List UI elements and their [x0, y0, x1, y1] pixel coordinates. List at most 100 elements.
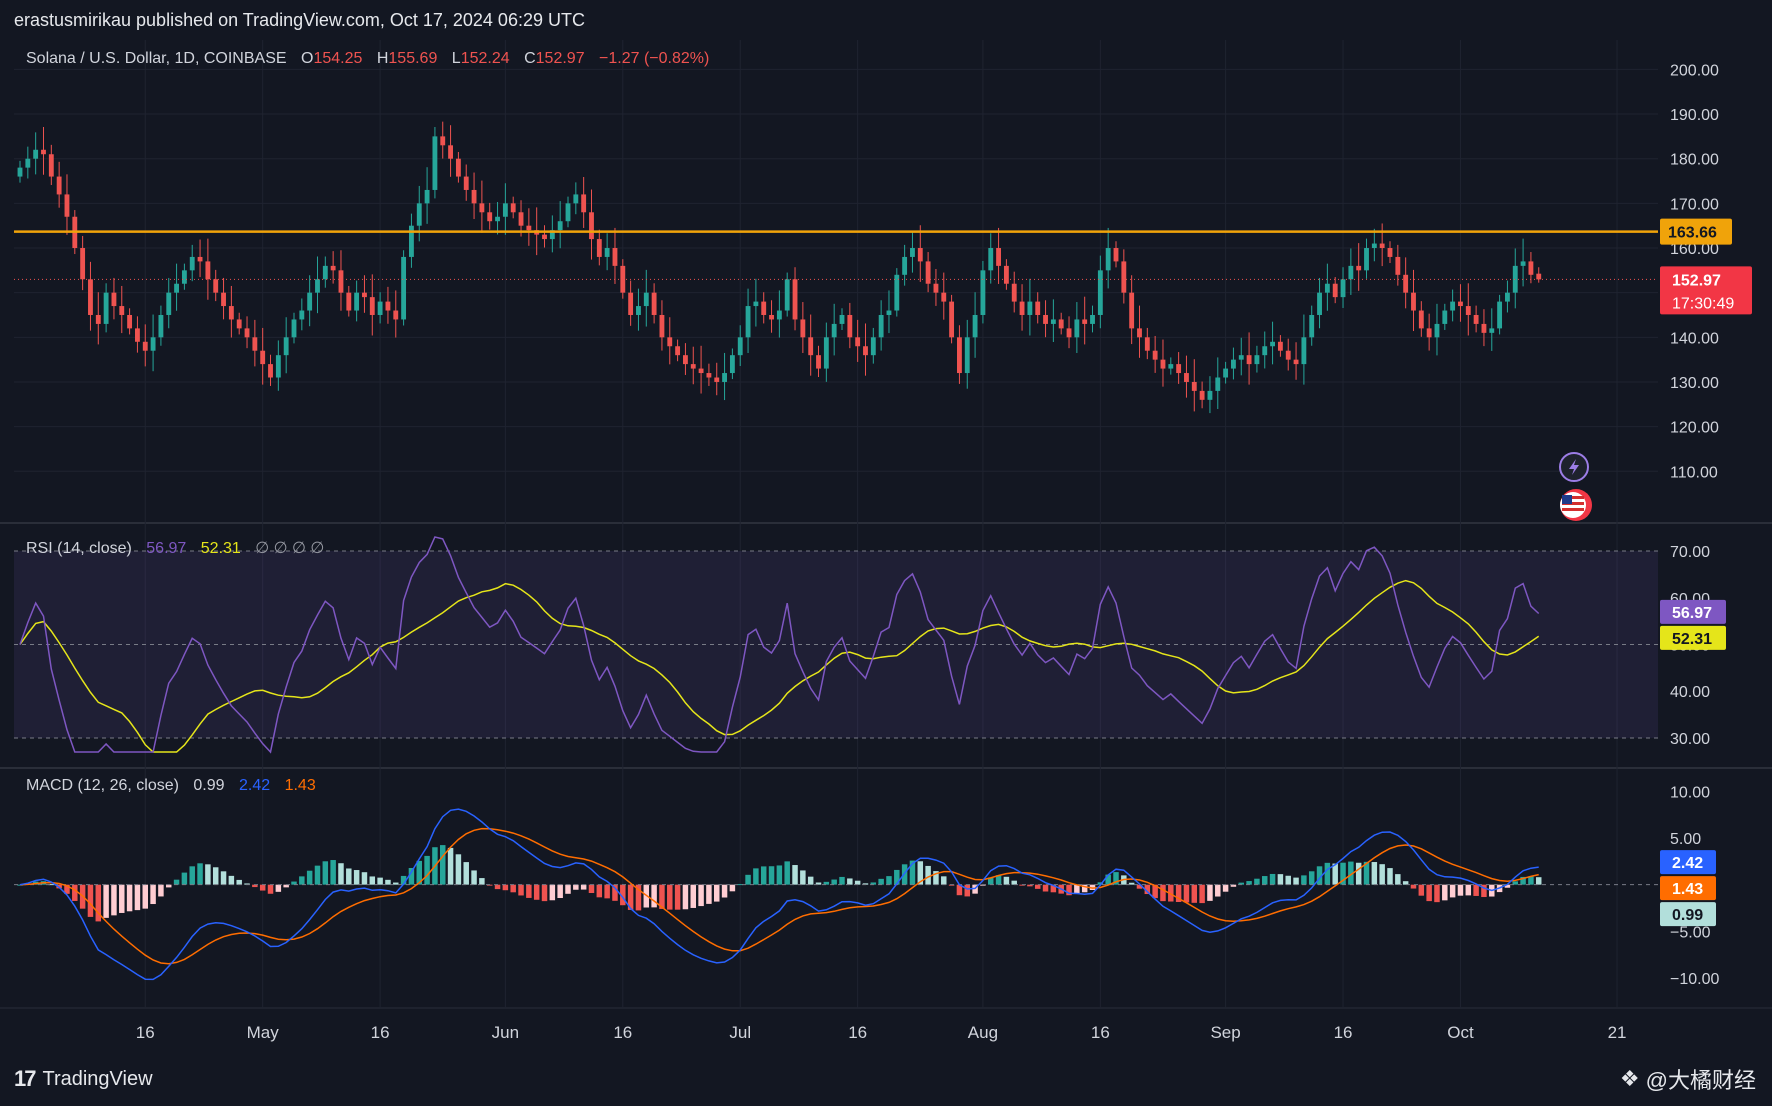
candle-body	[307, 292, 313, 311]
candle-body	[636, 306, 641, 315]
rsi-legend-value: 56.97	[146, 540, 186, 557]
histogram-bar	[588, 884, 595, 894]
candle-body	[228, 306, 234, 320]
histogram-bar	[1160, 884, 1166, 902]
us-flag-icon[interactable]	[1560, 489, 1592, 521]
candle-body	[25, 158, 31, 168]
svg-text:0.99: 0.99	[1672, 907, 1703, 924]
histogram-bar	[1011, 880, 1017, 885]
histogram-bar	[510, 884, 516, 893]
histogram-bar	[533, 884, 540, 900]
candle-body	[972, 314, 978, 338]
histogram-bar	[847, 878, 853, 885]
histogram-bar	[259, 884, 266, 891]
candle-body	[1090, 314, 1095, 324]
histogram-bar	[87, 884, 94, 917]
price-axis-label: 200.00	[1670, 62, 1719, 79]
histogram-bar	[839, 876, 845, 885]
candle-body	[455, 158, 461, 177]
candle-body	[706, 373, 712, 378]
histogram-bar	[1254, 878, 1260, 885]
candle-body	[808, 337, 814, 356]
candle-body	[1168, 364, 1174, 369]
candle-body	[1011, 283, 1017, 302]
histogram-bar	[346, 868, 352, 885]
candle-body	[1277, 341, 1283, 351]
lightning-bolt-icon[interactable]	[1559, 452, 1589, 482]
histogram-bar	[463, 862, 469, 885]
histogram-bar	[142, 884, 148, 909]
histogram-bar	[1003, 876, 1010, 885]
rsi-axis-label: 70.00	[1670, 544, 1710, 561]
histogram-bar	[1034, 884, 1041, 889]
histogram-bar	[1387, 868, 1393, 885]
candle-body	[1450, 301, 1456, 311]
candle-body	[612, 248, 618, 266]
rsi-legend-ma: 52.31	[201, 540, 241, 557]
histogram-bar	[745, 874, 751, 885]
histogram-bar	[322, 861, 329, 885]
histogram-bar	[1308, 871, 1315, 885]
candle-body	[1074, 319, 1080, 338]
histogram-bar	[776, 865, 783, 885]
candle-body	[823, 337, 829, 369]
histogram-bar	[807, 876, 814, 885]
candle-body	[1082, 319, 1088, 324]
histogram-bar	[1222, 884, 1229, 892]
candle-body	[964, 337, 970, 374]
candle-body	[1348, 265, 1354, 280]
macd-legend: MACD (12, 26, close) 0.99 2.42 1.43	[26, 777, 316, 794]
histogram-bar	[1269, 873, 1276, 885]
candle-body	[769, 314, 774, 320]
candle-body	[1505, 292, 1510, 302]
candle-body	[863, 346, 868, 356]
candle-body	[88, 279, 93, 315]
candle-body	[949, 301, 955, 338]
diamond-logo-icon: ❖	[1619, 1066, 1640, 1091]
candle-body	[1176, 364, 1182, 374]
rsi-pane[interactable]	[14, 536, 1658, 754]
candle-body	[941, 292, 947, 302]
histogram-bar	[479, 878, 485, 885]
chart-area[interactable]: 200.00190.00180.00170.00160.00150.00140.…	[0, 40, 1772, 1052]
tradingview-brand[interactable]: 17 TradingView	[14, 1066, 153, 1092]
histogram-bar	[330, 860, 336, 885]
histogram-bar	[941, 876, 947, 885]
candle-body	[1121, 261, 1127, 293]
histogram-bar	[854, 880, 861, 885]
histogram-bar	[306, 870, 313, 885]
candle-body	[1058, 319, 1064, 329]
candle-body	[1528, 261, 1534, 275]
price-legend-l-label: L	[452, 50, 461, 67]
price-legend-o-label: O	[301, 50, 313, 67]
histogram-bar	[753, 868, 759, 885]
histogram-bar	[369, 876, 376, 885]
candle-body	[1035, 301, 1041, 315]
candle-body	[150, 337, 156, 351]
candle-body	[1152, 350, 1158, 360]
histogram-bar	[119, 884, 125, 913]
price-axis-label: 120.00	[1670, 420, 1719, 437]
time-axis-label: 16	[371, 1023, 390, 1042]
candle-body	[1317, 292, 1322, 315]
time-axis-label: 16	[848, 1023, 867, 1042]
candle-body	[761, 301, 767, 315]
candle-body	[1207, 390, 1213, 400]
footer: 17 TradingView ❖ @大橘财经	[0, 1052, 1772, 1106]
time-axis-label: Oct	[1447, 1023, 1474, 1042]
histogram-bar	[768, 866, 775, 885]
candle-body	[714, 377, 720, 382]
price-legend-open: 154.25	[313, 50, 362, 67]
svg-text:1.43: 1.43	[1672, 881, 1703, 898]
candle-body	[604, 248, 610, 257]
candle-body	[1395, 256, 1401, 275]
candle-body	[581, 194, 587, 213]
candle-body	[432, 136, 438, 190]
candle-body	[48, 154, 54, 177]
candle-body	[917, 248, 923, 262]
macd-legend-hist: 0.99	[193, 777, 224, 794]
histogram-bar	[377, 877, 383, 885]
candle-body	[753, 301, 759, 307]
candle-body	[1520, 261, 1526, 266]
candle-body	[502, 203, 508, 217]
